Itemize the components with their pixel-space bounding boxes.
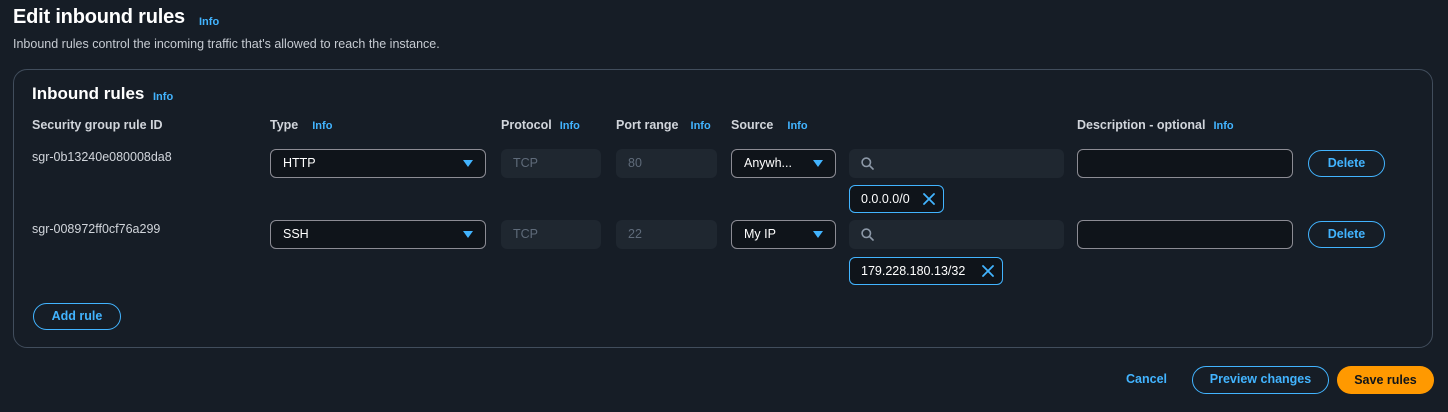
source-select-value: Anywh... <box>744 156 792 170</box>
column-header-protocol: Protocol Info <box>501 118 580 132</box>
column-header-description: Description - optional Info <box>1077 118 1234 132</box>
column-header-source: Source Info <box>731 118 808 132</box>
column-header-rule-id: Security group rule ID <box>32 118 163 132</box>
edit-inbound-rules-page: Edit inbound rules Info Inbound rules co… <box>0 0 1448 412</box>
source-select[interactable]: Anywh... <box>731 149 836 178</box>
source-select-value: My IP <box>744 227 776 241</box>
page-title-info-link[interactable]: Info <box>199 16 219 28</box>
add-rule-button[interactable]: Add rule <box>33 303 121 330</box>
caret-down-icon <box>463 231 473 238</box>
column-header-protocol-label: Protocol <box>501 118 552 132</box>
inbound-rules-panel: Inbound rules Info Security group rule I… <box>13 69 1433 348</box>
column-header-type: Type Info <box>270 118 332 132</box>
source-select[interactable]: My IP <box>731 220 836 249</box>
caret-down-icon <box>813 231 823 238</box>
source-cidr-value: 179.228.180.13/32 <box>861 264 966 278</box>
description-info-link[interactable]: Info <box>1213 120 1233 132</box>
description-input[interactable] <box>1077 149 1293 178</box>
search-icon <box>861 228 874 241</box>
port-range-field: 22 <box>616 220 717 249</box>
port-range-info-link[interactable]: Info <box>691 120 711 132</box>
source-info-link[interactable]: Info <box>787 120 807 132</box>
page-title: Edit inbound rules <box>13 6 185 28</box>
close-icon[interactable] <box>982 265 994 277</box>
panel-title-info-link[interactable]: Info <box>153 91 173 103</box>
protocol-info-link[interactable]: Info <box>560 120 580 132</box>
page-description: Inbound rules control the incoming traff… <box>13 37 440 51</box>
type-info-link[interactable]: Info <box>312 120 332 132</box>
type-select-value: HTTP <box>283 156 316 170</box>
type-select[interactable]: SSH <box>270 220 486 249</box>
description-input[interactable] <box>1077 220 1293 249</box>
cancel-button[interactable]: Cancel <box>1126 372 1167 386</box>
column-header-description-label: Description - optional <box>1077 118 1206 132</box>
preview-changes-button[interactable]: Preview changes <box>1192 366 1329 394</box>
source-cidr-token: 0.0.0.0/0 <box>849 185 944 213</box>
delete-rule-button[interactable]: Delete <box>1308 221 1385 248</box>
save-rules-button[interactable]: Save rules <box>1337 366 1434 394</box>
column-header-source-label: Source <box>731 118 774 132</box>
source-search-input[interactable] <box>849 220 1064 249</box>
column-header-port-range-label: Port range <box>616 118 679 132</box>
delete-rule-button[interactable]: Delete <box>1308 150 1385 177</box>
type-select[interactable]: HTTP <box>270 149 486 178</box>
port-range-field: 80 <box>616 149 717 178</box>
rule-id: sgr-0b13240e080008da8 <box>32 150 172 164</box>
protocol-field: TCP <box>501 220 601 249</box>
panel-title: Inbound rules <box>32 84 145 103</box>
protocol-field: TCP <box>501 149 601 178</box>
source-search-input[interactable] <box>849 149 1064 178</box>
column-header-port-range: Port range Info <box>616 118 711 132</box>
source-cidr-token: 179.228.180.13/32 <box>849 257 1003 285</box>
rule-id: sgr-008972ff0cf76a299 <box>32 222 161 236</box>
source-cidr-value: 0.0.0.0/0 <box>861 192 910 206</box>
caret-down-icon <box>813 160 823 167</box>
type-select-value: SSH <box>283 227 309 241</box>
column-header-type-label: Type <box>270 118 299 132</box>
search-icon <box>861 157 874 170</box>
column-header-rule-id-label: Security group rule ID <box>32 118 163 132</box>
close-icon[interactable] <box>923 193 935 205</box>
caret-down-icon <box>463 160 473 167</box>
